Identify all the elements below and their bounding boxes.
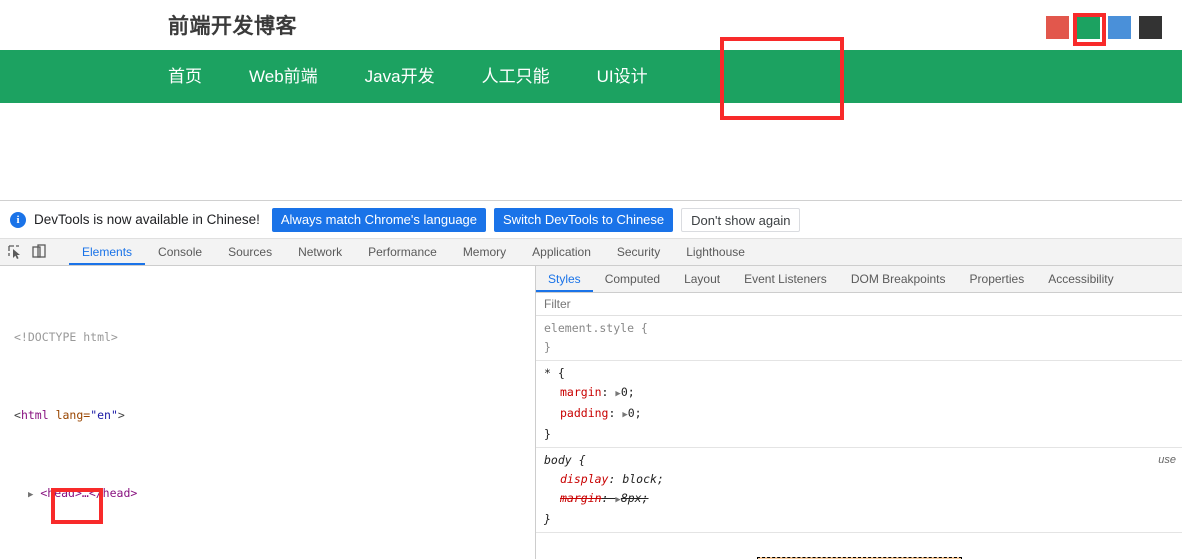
tab-lighthouse[interactable]: Lighthouse: [673, 239, 758, 265]
css-prop-display[interactable]: display: [544, 472, 608, 486]
dom-tree-pane[interactable]: <!DOCTYPE html> <html lang="en"> ▶ <head…: [0, 266, 536, 559]
devtools-tab-list: Elements Console Sources Network Perform…: [69, 239, 758, 265]
expand-triangle-icon[interactable]: ▶: [28, 490, 33, 500]
tab-performance[interactable]: Performance: [355, 239, 450, 265]
css-rule-close-brace: }: [544, 340, 551, 354]
swatch-blue[interactable]: [1108, 16, 1131, 39]
styles-tab-layout[interactable]: Layout: [672, 266, 732, 292]
devtools-toolbar: Elements Console Sources Network Perform…: [0, 239, 1182, 266]
box-model-margin-region[interactable]: margin –: [756, 557, 962, 559]
nav-item-home[interactable]: 首页: [168, 50, 202, 103]
switch-to-chinese-button[interactable]: Switch DevTools to Chinese: [494, 207, 674, 232]
styles-tab-dom-breakpoints[interactable]: DOM Breakpoints: [839, 266, 958, 292]
dont-show-again-button[interactable]: Don't show again: [681, 207, 801, 232]
css-selector-body: body {: [544, 453, 586, 467]
css-selector-universal: * {: [544, 366, 565, 380]
swatch-green[interactable]: [1077, 16, 1100, 39]
tab-sources[interactable]: Sources: [215, 239, 285, 265]
nav-item-ai[interactable]: 人工只能: [482, 50, 550, 103]
nav-item-ui-design[interactable]: UI设计: [597, 50, 648, 103]
nav-list: 首页 Web前端 Java开发 人工只能 UI设计: [168, 50, 695, 103]
css-prop-padding[interactable]: padding: [544, 406, 608, 420]
styles-pane: Styles Computed Layout Event Listeners D…: [536, 266, 1182, 559]
tab-console[interactable]: Console: [145, 239, 215, 265]
css-prop-margin[interactable]: margin: [544, 385, 602, 399]
dom-line-html[interactable]: <html lang="en">: [0, 406, 535, 426]
css-rule-body-ua[interactable]: body { use display: block; margin: ▶8px;…: [536, 448, 1182, 533]
css-val-margin-ua[interactable]: 8px;: [621, 491, 649, 505]
tab-security[interactable]: Security: [604, 239, 673, 265]
dom-line-doctype: <!DOCTYPE html>: [14, 329, 118, 344]
styles-tab-event-listeners[interactable]: Event Listeners: [732, 266, 839, 292]
device-toolbar-icon[interactable]: [30, 243, 48, 261]
styles-tab-properties[interactable]: Properties: [958, 266, 1037, 292]
nav-item-java-dev[interactable]: Java开发: [365, 50, 435, 103]
css-selector-element-style: element.style {: [544, 321, 648, 335]
site-title: 前端开发博客: [168, 14, 297, 38]
styles-tab-styles[interactable]: Styles: [536, 266, 593, 292]
nav-item-web-frontend[interactable]: Web前端: [249, 50, 318, 103]
css-rule-element-style[interactable]: element.style { }: [536, 316, 1182, 361]
styles-tab-list: Styles Computed Layout Event Listeners D…: [536, 266, 1182, 293]
site-topbar: 前端开发博客: [0, 0, 1182, 50]
styles-tab-computed[interactable]: Computed: [593, 266, 672, 292]
css-val-display[interactable]: block;: [622, 472, 664, 486]
styles-tab-accessibility[interactable]: Accessibility: [1036, 266, 1125, 292]
inspect-element-icon[interactable]: [6, 243, 24, 261]
dom-attr-lang-value: "en": [90, 407, 118, 422]
css-rule-origin[interactable]: use: [1158, 451, 1176, 470]
css-prop-margin-ua[interactable]: margin: [544, 491, 602, 505]
tab-memory[interactable]: Memory: [450, 239, 519, 265]
styles-filter-row: [536, 293, 1182, 316]
dom-node-head: <head>…</head>: [40, 485, 138, 500]
css-val-padding[interactable]: 0;: [628, 406, 642, 420]
dom-line-head[interactable]: ▶ <head>…</head>: [0, 484, 535, 506]
devtools-language-notice: i DevTools is now available in Chinese! …: [0, 201, 1182, 239]
always-match-language-button[interactable]: Always match Chrome's language: [271, 207, 487, 232]
devtools-toolbar-icons: [0, 239, 69, 265]
tab-elements[interactable]: Elements: [69, 239, 146, 265]
devtools-split-view: <!DOCTYPE html> <html lang="en"> ▶ <head…: [0, 266, 1182, 559]
css-rule-close-brace: }: [544, 512, 551, 526]
site-navbar: 首页 Web前端 Java开发 人工只能 UI设计: [0, 50, 1182, 103]
box-model-diagram: margin –: [536, 533, 1182, 559]
tab-network[interactable]: Network: [285, 239, 355, 265]
dom-tree: <!DOCTYPE html> <html lang="en"> ▶ <head…: [0, 266, 535, 559]
swatch-dark[interactable]: [1139, 16, 1162, 39]
css-rule-close-brace: }: [544, 427, 551, 441]
dom-attr-lang: lang=: [48, 407, 91, 422]
color-swatch-group: [1046, 16, 1162, 39]
css-rule-universal[interactable]: * { margin: ▶0; padding: ▶0; }: [536, 361, 1182, 448]
css-val-margin[interactable]: 0;: [621, 385, 635, 399]
swatch-red[interactable]: [1046, 16, 1069, 39]
devtools-panel: i DevTools is now available in Chinese! …: [0, 200, 1182, 560]
notice-message: DevTools is now available in Chinese!: [34, 212, 260, 227]
info-icon: i: [10, 211, 26, 228]
styles-filter-input[interactable]: [536, 297, 1182, 311]
tab-application[interactable]: Application: [519, 239, 604, 265]
dom-tag-html: html: [20, 407, 49, 422]
